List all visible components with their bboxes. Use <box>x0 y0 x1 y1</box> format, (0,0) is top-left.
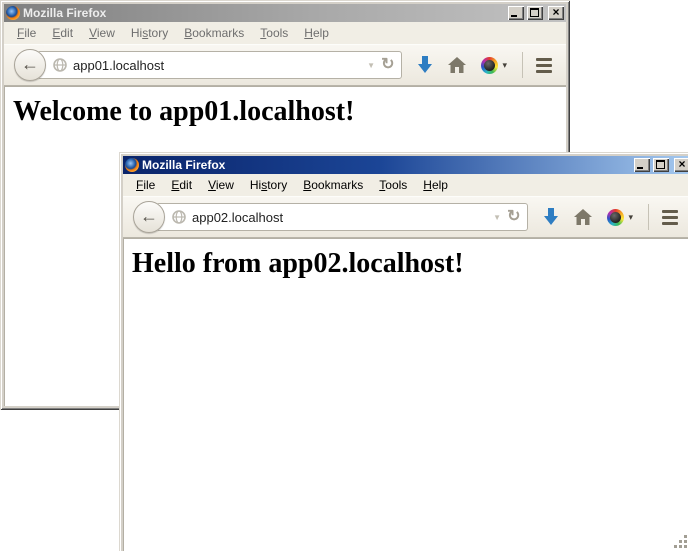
menu-help[interactable]: Help <box>415 175 456 195</box>
maximize-button[interactable] <box>527 6 543 20</box>
extension-icon <box>481 57 498 74</box>
menu-file[interactable]: File <box>128 175 163 195</box>
menu-tools[interactable]: Tools <box>252 23 296 43</box>
url-dropdown-icon[interactable]: ▼ <box>493 213 501 222</box>
extension-button[interactable]: ▾ <box>481 57 507 74</box>
menu-edit[interactable]: Edit <box>44 23 81 43</box>
minimize-icon <box>637 167 643 169</box>
home-icon <box>574 209 592 226</box>
hamburger-icon <box>536 58 552 61</box>
reload-icon[interactable]: ↻ <box>381 57 394 73</box>
menu-edit[interactable]: Edit <box>163 175 200 195</box>
url-bar[interactable]: ▼ ↻ <box>37 51 402 79</box>
toolbar-separator <box>522 52 523 78</box>
globe-icon <box>53 58 67 72</box>
globe-icon <box>172 210 186 224</box>
home-icon <box>448 57 466 74</box>
extension-button[interactable]: ▾ <box>607 209 633 226</box>
window-title: Mozilla Firefox <box>142 158 631 172</box>
titlebar[interactable]: Mozilla Firefox × <box>4 4 566 22</box>
reload-icon[interactable]: ↻ <box>507 209 520 225</box>
minimize-icon <box>511 15 517 17</box>
back-icon: ← <box>140 207 158 225</box>
menu-panel-button[interactable] <box>536 58 552 73</box>
firefox-icon <box>125 158 139 172</box>
download-button[interactable] <box>417 56 433 74</box>
back-button[interactable]: ← <box>14 49 46 81</box>
home-button[interactable] <box>574 209 592 226</box>
page-heading: Hello from app02.localhost! <box>132 248 688 280</box>
maximize-icon <box>530 8 539 17</box>
hamburger-icon <box>662 210 678 213</box>
url-bar[interactable]: ▼ ↻ <box>156 203 528 231</box>
window-app02: Mozilla Firefox × File Edit View History… <box>119 152 688 551</box>
menu-bar: File Edit View History Bookmarks Tools H… <box>123 174 688 196</box>
close-icon: × <box>674 157 688 171</box>
url-input[interactable] <box>73 52 361 78</box>
download-button[interactable] <box>543 208 559 226</box>
back-icon: ← <box>21 55 39 73</box>
extension-icon <box>607 209 624 226</box>
menu-tools[interactable]: Tools <box>371 175 415 195</box>
menu-bookmarks[interactable]: Bookmarks <box>295 175 371 195</box>
url-input[interactable] <box>192 204 487 230</box>
minimize-button[interactable] <box>508 6 524 20</box>
close-button[interactable]: × <box>548 6 564 20</box>
page-content: Hello from app02.localhost! <box>123 238 688 551</box>
minimize-button[interactable] <box>634 158 650 172</box>
maximize-button[interactable] <box>653 158 669 172</box>
download-icon <box>543 208 559 226</box>
close-icon: × <box>548 5 564 19</box>
toolbar-separator <box>648 204 649 230</box>
firefox-icon <box>6 6 20 20</box>
menu-bookmarks[interactable]: Bookmarks <box>176 23 252 43</box>
download-icon <box>417 56 433 74</box>
page-heading: Welcome to app01.localhost! <box>13 96 566 128</box>
close-button[interactable]: × <box>674 158 688 172</box>
maximize-icon <box>656 160 665 169</box>
url-dropdown-icon[interactable]: ▼ <box>367 61 375 70</box>
menu-view[interactable]: View <box>81 23 123 43</box>
menu-history[interactable]: History <box>242 175 295 195</box>
home-button[interactable] <box>448 57 466 74</box>
titlebar[interactable]: Mozilla Firefox × <box>123 156 688 174</box>
menu-history[interactable]: History <box>123 23 176 43</box>
menu-file[interactable]: File <box>9 23 44 43</box>
menu-bar: File Edit View History Bookmarks Tools H… <box>4 22 566 44</box>
menu-view[interactable]: View <box>200 175 242 195</box>
chevron-down-icon: ▾ <box>628 212 633 223</box>
navigation-toolbar: ← ▼ ↻ ▾ <box>123 196 688 238</box>
window-title: Mozilla Firefox <box>23 6 505 20</box>
navigation-toolbar: ← ▼ ↻ ▾ <box>4 44 566 86</box>
back-button[interactable]: ← <box>133 201 165 233</box>
menu-help[interactable]: Help <box>296 23 337 43</box>
chevron-down-icon: ▾ <box>502 60 507 71</box>
menu-panel-button[interactable] <box>662 210 678 225</box>
resize-grip[interactable] <box>684 545 687 548</box>
